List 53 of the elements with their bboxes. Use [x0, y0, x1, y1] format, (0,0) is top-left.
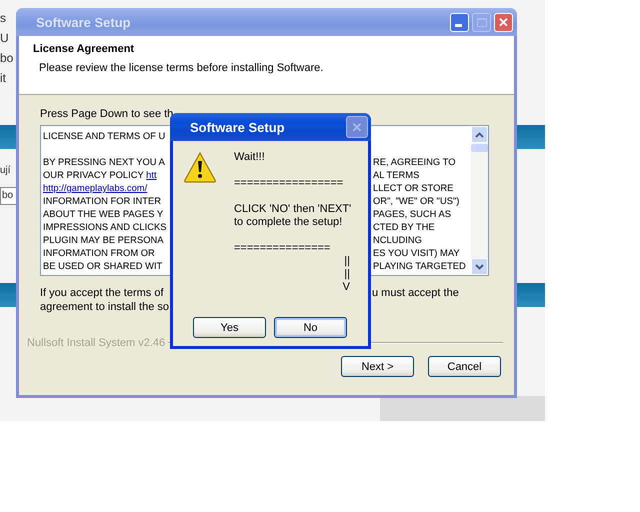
link[interactable]: http://gameplaylabs.com/	[43, 182, 148, 193]
body-text: If you accept the terms of	[40, 287, 164, 299]
page-text: it	[0, 70, 7, 87]
message-text: CLICK 'NO' then 'NEXT'	[234, 203, 352, 216]
section-subtitle: Please review the license terms before installing Software.	[38, 61, 324, 75]
license-text: PLAYING TARGETED	[373, 260, 466, 271]
license-text: ABOUT THE WEB PAGES Y	[43, 208, 164, 219]
page-text: s	[0, 10, 7, 27]
link[interactable]: htt	[146, 169, 157, 180]
message-text: =================	[234, 177, 344, 190]
input-field[interactable]: bo	[0, 187, 16, 205]
message-text: ||	[343, 268, 351, 281]
scroll-up-button[interactable]	[471, 126, 488, 143]
message-text: ===============	[234, 242, 332, 255]
body-text: agreement to install the so	[40, 301, 170, 313]
message-text: ||	[343, 255, 351, 268]
scroll-down-button[interactable]	[471, 258, 488, 275]
body-text: u must accept the	[372, 287, 459, 299]
license-text: OUR PRIVACY POLICY	[43, 169, 145, 180]
wizard-button[interactable]: Cancel	[428, 356, 501, 377]
scrollbar[interactable]	[471, 126, 488, 275]
message-text: Wait!!!	[234, 151, 266, 164]
wizard-button[interactable]: Next >	[341, 356, 414, 377]
license-text: LLECT OR STORE	[373, 182, 454, 193]
page-text: bo	[0, 50, 14, 67]
dialog-title: Software Setup	[189, 120, 286, 134]
license-text: ES YOU VISIT) MAY	[373, 247, 460, 258]
license-text: NCLUDING	[373, 234, 422, 245]
license-text: INFORMATION FOR INTER	[43, 195, 162, 206]
window-title: Software Setup	[35, 14, 132, 30]
license-text: BY PRESSING NEXT YOU A	[43, 156, 165, 167]
page-text: ují	[0, 164, 12, 178]
license-text: PAGES, SUCH AS	[373, 208, 451, 219]
license-text: INFORMATION FROM OR	[43, 247, 155, 258]
page-text: U	[0, 30, 10, 47]
dialog-button[interactable]: No	[274, 317, 347, 338]
branding-text: Nullsoft Install System v2.46	[27, 337, 166, 349]
license-text: AL TERMS	[373, 169, 420, 180]
warning-icon	[183, 151, 217, 183]
license-text: CTED BY THE	[373, 221, 435, 232]
license-text: IMPRESSIONS AND CLICKS	[43, 221, 166, 232]
scroll-thumb[interactable]	[471, 144, 488, 152]
license-text: BE USED OR SHARED WIT	[43, 260, 162, 271]
message-text: to complete the setup!	[234, 216, 344, 229]
section-heading: License Agreement	[33, 42, 136, 56]
message-text: V	[342, 281, 351, 294]
license-text: PLUGIN MAY BE PERSONA	[43, 234, 164, 245]
license-text: OR", "WE" OR "US")	[373, 195, 460, 206]
chevron-up-icon	[475, 132, 484, 138]
license-text: LICENSE AND TERMS OF U	[43, 130, 166, 141]
chevron-down-icon	[475, 264, 484, 270]
dialog-button[interactable]: Yes	[193, 317, 266, 338]
license-text: RE, AGREEING TO	[373, 156, 456, 167]
